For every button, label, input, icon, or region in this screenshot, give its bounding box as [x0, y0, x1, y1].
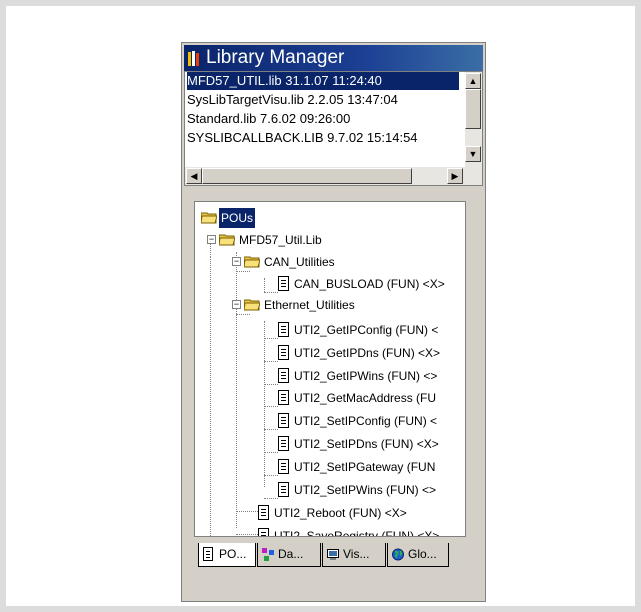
library-item[interactable]: SysLibTargetVisu.lib 2.2.05 13:47:04 [187, 91, 459, 109]
document-icon [278, 436, 289, 451]
library-item[interactable]: MFD57_UTIL.lib 31.1.07 11:24:40 [187, 72, 459, 90]
visualization-icon [327, 549, 339, 560]
tree-node-label: UTI2_GetIPWins (FUN) <> [294, 369, 438, 383]
tree-line [236, 534, 258, 535]
document-icon [278, 345, 289, 360]
document-icon [258, 528, 269, 536]
tab-label: Da... [278, 547, 304, 561]
tree-node-label: UTI2_SetIPDns (FUN) <X> [294, 437, 439, 451]
library-item[interactable]: SYSLIBCALLBACK.LIB 9.7.02 15:14:54 [187, 129, 459, 147]
horizontal-scroll-thumb[interactable] [202, 168, 412, 184]
tree-node-label: UTI2_GetIPDns (FUN) <X> [294, 346, 441, 360]
folder-open-icon [244, 256, 260, 268]
tree-line [236, 271, 250, 272]
collapse-icon[interactable]: − [232, 257, 241, 266]
tree-line [210, 257, 211, 536]
tree-line [264, 361, 278, 362]
document-icon [278, 368, 289, 383]
library-manager-window: Library Manager MFD57_UTIL.lib 31.1.07 1… [181, 42, 486, 602]
tree-node-label: UTI2_SaveRegistry (FUN) <X> [274, 529, 440, 537]
tree-line [236, 252, 237, 528]
library-list[interactable]: MFD57_UTIL.lib 31.1.07 11:24:40 SysLibTa… [184, 71, 483, 186]
title-bar[interactable]: Library Manager [184, 45, 483, 71]
tree-node-label: CAN_Utilities [264, 255, 335, 269]
library-item[interactable]: Standard.lib 7.6.02 09:26:00 [187, 110, 459, 128]
tree-line [236, 511, 258, 512]
tree-node-label: UTI2_Reboot (FUN) <X> [274, 506, 407, 520]
window-title: Library Manager [206, 47, 345, 68]
tab-label: Glo... [408, 547, 437, 561]
tree-node-label: UTI2_SetIPGateway (FUN [294, 460, 436, 474]
document-icon [278, 276, 289, 291]
tree-line [264, 321, 265, 487]
page-background: Library Manager MFD57_UTIL.lib 31.1.07 1… [6, 6, 635, 606]
folder-open-icon [244, 299, 260, 311]
collapse-icon[interactable]: − [232, 300, 241, 309]
tree-line [264, 384, 278, 385]
tree-line [264, 338, 278, 339]
tree-node-label: Ethernet_Utilities [264, 298, 355, 312]
collapse-icon[interactable]: − [207, 235, 216, 244]
document-icon [278, 390, 289, 405]
tree-line [210, 243, 211, 257]
folder-open-icon [219, 234, 235, 246]
tab-pous[interactable]: PO... [198, 543, 256, 567]
pou-tree[interactable]: POUs − MFD57_Util.Lib − CAN_Utilities CA… [194, 201, 466, 537]
scroll-up-arrow-icon[interactable]: ▲ [465, 73, 481, 89]
tree-node-label: UTI2_GetIPConfig (FUN) < [294, 323, 439, 337]
bottom-tab-bar: PO... Da... Vis... Glo... [198, 543, 474, 569]
scroll-down-arrow-icon[interactable]: ▼ [465, 146, 481, 162]
pou-doc-icon [203, 547, 213, 561]
tab-data-types[interactable]: Da... [257, 543, 321, 567]
tree-node-label: UTI2_GetMacAddress (FU [294, 391, 437, 405]
document-icon [278, 413, 289, 428]
tree-node-label: MFD57_Util.Lib [239, 233, 322, 247]
scroll-left-arrow-icon[interactable]: ◀ [186, 168, 202, 184]
tree-line [264, 292, 278, 293]
tree-line [264, 429, 278, 430]
vertical-scroll-thumb[interactable] [465, 89, 481, 129]
scroll-right-arrow-icon[interactable]: ▶ [447, 168, 463, 184]
library-vertical-scrollbar[interactable]: ▲ ▼ [465, 72, 482, 167]
tab-visualizations[interactable]: Vis... [322, 543, 386, 567]
tree-line [264, 406, 278, 407]
tree-line [264, 452, 278, 453]
document-icon [278, 482, 289, 497]
tab-global-variables[interactable]: Glo... [387, 543, 449, 567]
books-icon [188, 51, 199, 66]
tree-line [264, 498, 278, 499]
tree-node-label: UTI2_SetIPWins (FUN) <> [294, 483, 437, 497]
tree-line [236, 314, 250, 315]
tab-label: PO... [219, 547, 247, 561]
tab-label: Vis... [343, 547, 370, 561]
tree-line [264, 278, 265, 292]
globe-icon [392, 548, 404, 561]
data-types-icon [262, 548, 274, 561]
tree-line [264, 475, 278, 476]
tree-node-label: CAN_BUSLOAD (FUN) <X> [294, 277, 445, 291]
document-icon [278, 322, 289, 337]
document-icon [278, 459, 289, 474]
folder-open-icon [201, 212, 217, 224]
library-horizontal-scrollbar[interactable]: ◀ ▶ [185, 167, 482, 185]
tree-node-label: POUs [219, 208, 256, 228]
tree-node-label: UTI2_SetIPConfig (FUN) < [294, 414, 438, 428]
document-icon [258, 505, 269, 520]
